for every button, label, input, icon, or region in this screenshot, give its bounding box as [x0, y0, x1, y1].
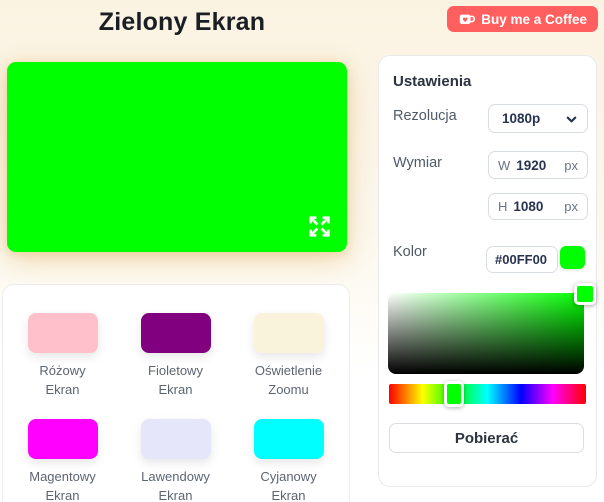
buy-me-a-coffee-label: Buy me a Coffee [481, 11, 587, 27]
chevron-down-icon [564, 112, 579, 132]
hue-slider[interactable] [389, 381, 586, 407]
height-field: H px [488, 193, 588, 220]
buy-me-a-coffee-button[interactable]: Buy me a Coffee [447, 6, 598, 32]
green-screen-preview[interactable] [7, 62, 347, 252]
height-unit: px [564, 199, 578, 214]
dimension-label: Wymiar [393, 155, 443, 171]
swatch-item-fioletowy[interactable]: Fioletowy Ekran [140, 313, 211, 399]
swatch-label: Oświetlenie Zoomu [254, 363, 323, 397]
saturation-handle[interactable] [574, 283, 596, 305]
resolution-select[interactable]: 1080p [488, 104, 588, 133]
swatch-label: Fioletowy Ekran [148, 363, 203, 397]
hex-color-field [486, 246, 558, 273]
resolution-label: Rezolucja [393, 108, 457, 124]
resolution-selected-value: 1080p [502, 111, 541, 126]
swatch-item-cyjanowy[interactable]: Cyjanowy Ekran [253, 419, 324, 502]
saturation-picker-area[interactable] [388, 283, 596, 374]
swatch-label: Magentowy Ekran [29, 469, 96, 502]
swatch-color[interactable] [27, 419, 98, 459]
swatch-label: Cyjanowy Ekran [260, 469, 317, 502]
swatch-color[interactable] [253, 419, 324, 459]
swatch-color[interactable] [253, 313, 324, 353]
hex-color-input[interactable] [495, 252, 549, 267]
preset-swatches-panel: Różowy Ekran Fioletowy Ekran Oświetlenie Zo… [2, 284, 350, 502]
height-input[interactable] [513, 199, 559, 214]
current-color-swatch[interactable] [560, 246, 585, 269]
coffee-cup-icon [458, 11, 476, 28]
swatch-item-rozowy[interactable]: Różowy Ekran [27, 313, 98, 399]
width-prefix: W [498, 157, 511, 173]
width-field: W px [488, 151, 588, 179]
color-label: Kolor [393, 244, 427, 260]
swatch-color[interactable] [27, 313, 98, 353]
swatch-item-lawendowy[interactable]: Lawendowy Ekran [140, 419, 211, 502]
settings-title: Ustawienia [393, 73, 472, 90]
swatch-color[interactable] [140, 419, 211, 459]
swatch-color[interactable] [140, 313, 211, 353]
width-input[interactable] [516, 157, 559, 173]
height-prefix: H [498, 199, 508, 214]
width-unit: px [564, 157, 578, 173]
expand-arrows-icon [306, 216, 333, 243]
page-title: Zielony Ekran [98, 8, 266, 36]
swatch-item-oswietlenie-zoomu[interactable]: Oświetlenie Zoomu [253, 313, 324, 399]
swatch-label: Różowy Ekran [39, 363, 86, 397]
settings-panel: Ustawienia Rezolucja 1080p Wymiar W px H… [378, 55, 597, 487]
download-button[interactable]: Pobierać [389, 423, 584, 453]
hue-slider-handle[interactable] [444, 381, 464, 407]
fullscreen-expand-button[interactable] [306, 213, 333, 240]
swatch-item-magentowy[interactable]: Magentowy Ekran [27, 419, 98, 502]
swatch-label: Lawendowy Ekran [141, 469, 210, 502]
